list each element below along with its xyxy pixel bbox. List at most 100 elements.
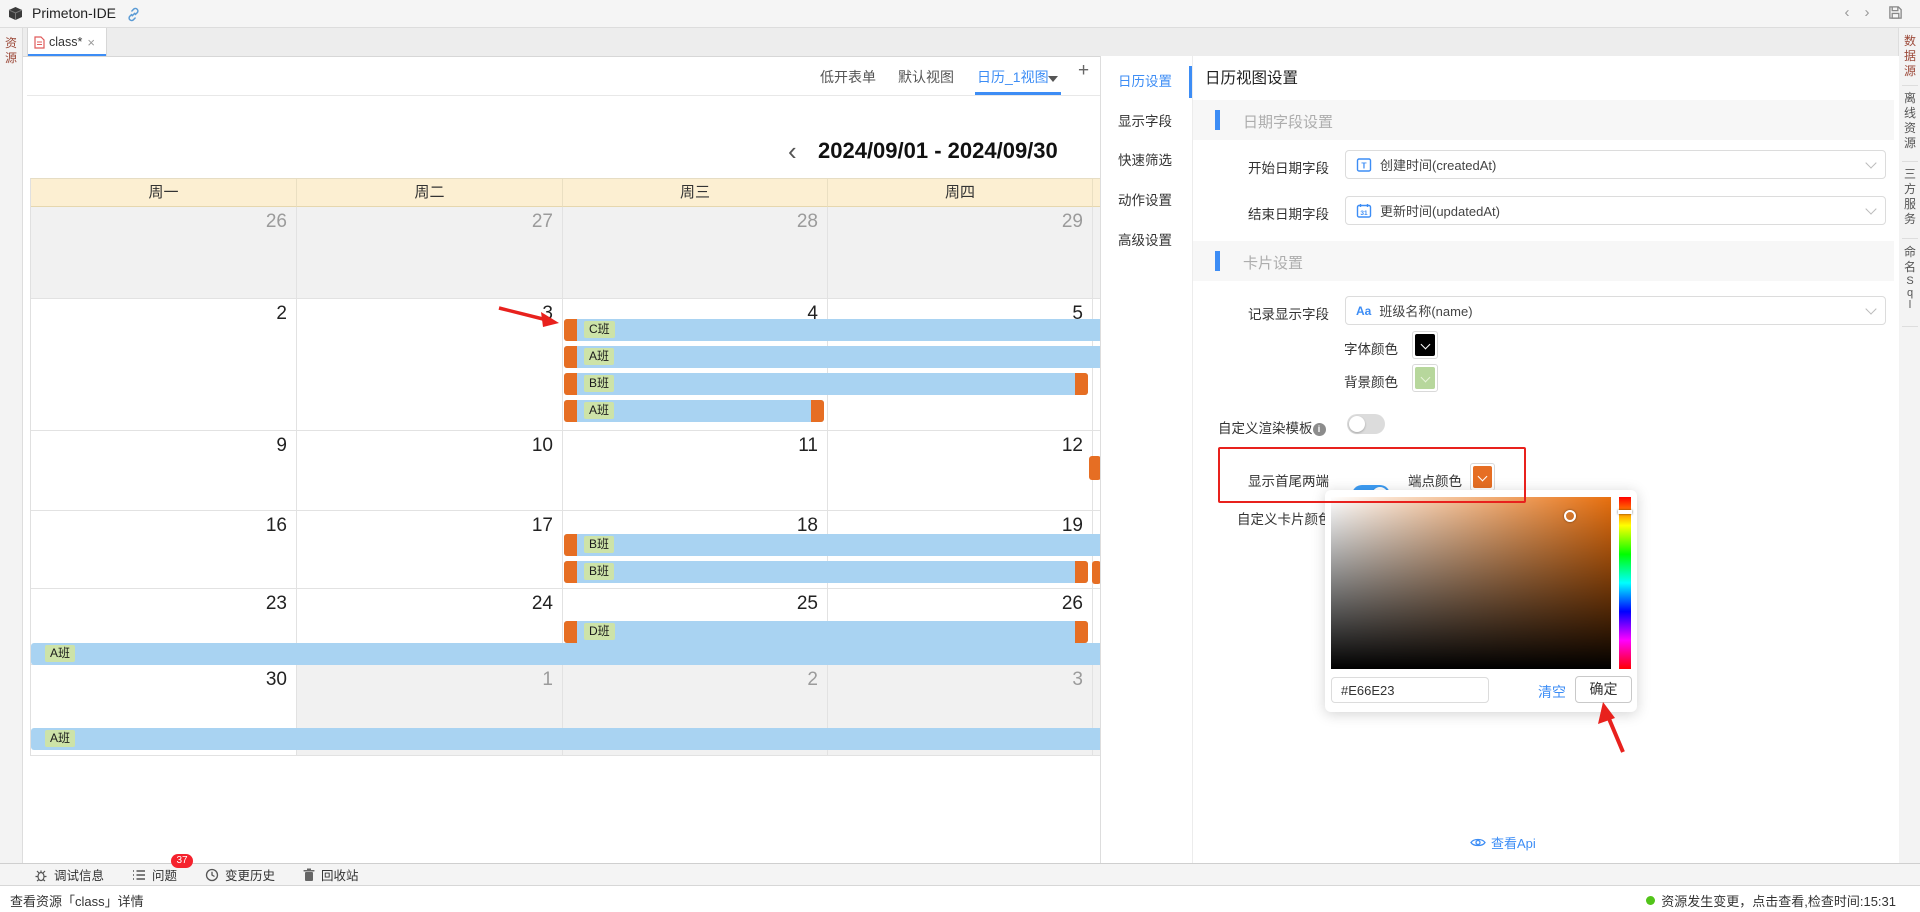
list-icon <box>132 869 146 881</box>
settings-menu-显示字段[interactable]: 显示字段 <box>1100 108 1190 136</box>
toolbar-变更历史[interactable]: 变更历史 <box>205 865 275 884</box>
save-icon[interactable] <box>1888 5 1903 20</box>
event-label: B班 <box>584 563 614 580</box>
event-label: A班 <box>584 402 614 419</box>
calendar-cell[interactable]: 28 <box>563 207 828 299</box>
event-endpoint-cap <box>564 534 577 556</box>
calendar-cell[interactable]: 12 <box>828 431 1093 511</box>
event-endpoint-cap <box>1075 373 1088 395</box>
rail-item-三方服务[interactable]: 三方服务 <box>1899 167 1920 227</box>
event-bar[interactable]: D班 <box>564 621 1088 643</box>
rail-divider <box>1902 85 1918 86</box>
event-bar[interactable]: A班 <box>31 728 1101 750</box>
right-rail: 数据源离线资源三方服务命名Sql <box>1898 28 1920 863</box>
status-left-text[interactable]: 查看资源「class」详情 <box>10 891 144 910</box>
toolbar-调试信息[interactable]: 调试信息 <box>34 865 104 884</box>
event-endpoint-cap <box>564 400 577 422</box>
toolbar-问题[interactable]: 问题37 <box>132 865 177 884</box>
add-view-button[interactable]: + <box>1078 60 1089 82</box>
tab-class[interactable]: class* × <box>27 28 107 56</box>
date-label: 25 <box>797 593 818 615</box>
event-endpoint-cap <box>564 621 577 643</box>
start-field-select[interactable]: T 创建时间(createdAt) <box>1345 150 1886 179</box>
event-bar[interactable]: B班 <box>564 373 1088 395</box>
date-label: 10 <box>532 435 553 457</box>
hue-slider[interactable] <box>1619 497 1631 669</box>
svg-text:T: T <box>1361 160 1367 170</box>
calendar-prev-button[interactable]: ‹ <box>788 136 797 167</box>
text-field-icon: Aa <box>1356 304 1371 318</box>
date-label: 2 <box>807 669 818 691</box>
settings-menu-高级设置[interactable]: 高级设置 <box>1100 227 1190 255</box>
calendar-cell[interactable]: 27 <box>297 207 563 299</box>
date-label: 11 <box>798 435 818 457</box>
hex-color-input[interactable] <box>1331 677 1489 703</box>
event-label: B班 <box>584 536 614 553</box>
view-tab-日历_1视图[interactable]: 日历_1视图 <box>977 62 1049 92</box>
view-toolbar-divider <box>27 95 1100 96</box>
nav-back-icon[interactable]: ‹ <box>1838 4 1856 21</box>
end-field-label: 结束日期字段 <box>1248 203 1329 223</box>
rail-item-命名Sql[interactable]: 命名Sql <box>1899 245 1920 311</box>
clear-button[interactable]: 清空 <box>1538 682 1566 702</box>
rail-item-数据源[interactable]: 数据源 <box>1899 34 1920 79</box>
title-bar: Primeton-IDE ‹ › <box>0 0 1920 28</box>
record-field-select[interactable]: Aa 班级名称(name) <box>1345 296 1886 325</box>
event-label: D班 <box>584 623 615 640</box>
day-header-周三: 周三 <box>563 179 828 207</box>
confirm-button[interactable]: 确定 <box>1575 676 1632 703</box>
saturation-marker[interactable] <box>1564 510 1576 522</box>
event-endpoint-cap <box>1075 621 1088 643</box>
calendar-cell[interactable]: 3 <box>297 299 563 431</box>
calendar-cell[interactable]: 17 <box>297 511 563 589</box>
calendar-cell[interactable]: 10 <box>297 431 563 511</box>
calendar-cell[interactable]: 26 <box>31 207 297 299</box>
settings-menu-快速筛选[interactable]: 快速筛选 <box>1100 147 1190 175</box>
saturation-area[interactable] <box>1331 497 1611 669</box>
bg-color-swatch[interactable] <box>1412 364 1438 392</box>
custom-template-toggle[interactable] <box>1347 414 1385 434</box>
hue-handle[interactable] <box>1618 510 1632 514</box>
view-tab-低开表单[interactable]: 低开表单 <box>820 62 876 92</box>
event-bar[interactable]: A班 <box>564 400 824 422</box>
event-endpoint-cap <box>811 400 824 422</box>
endpoint-color-swatch[interactable] <box>1470 463 1495 491</box>
calendar-cell[interactable]: 29 <box>828 207 1093 299</box>
status-right-text: 资源发生变更，点击查看,检查时间:15:31 <box>1661 891 1896 910</box>
toolbar-回收站[interactable]: 回收站 <box>303 865 359 884</box>
date-label: 3 <box>1072 669 1083 691</box>
event-label: A班 <box>584 348 614 365</box>
tab-active-underline <box>28 54 106 56</box>
event-bar[interactable]: A班 <box>31 643 1101 665</box>
calendar-field-icon: T <box>1356 157 1372 173</box>
rail-item-资源[interactable]: 资源 <box>0 36 22 66</box>
rail-item-离线资源[interactable]: 离线资源 <box>1899 91 1920 151</box>
calendar-cell[interactable]: 16 <box>31 511 297 589</box>
calendar-cell[interactable]: 9 <box>31 431 297 511</box>
section-card-accent <box>1215 251 1220 271</box>
view-api-link[interactable]: 查看Api <box>1470 833 1536 852</box>
chevron-down-icon[interactable] <box>1048 76 1058 82</box>
event-bar[interactable]: C班 <box>564 319 1101 341</box>
end-field-select[interactable]: 31 更新时间(updatedAt) <box>1345 196 1886 225</box>
event-bar[interactable]: B班 <box>564 561 1088 583</box>
start-field-label: 开始日期字段 <box>1248 157 1329 177</box>
nav-forward-icon[interactable]: › <box>1858 4 1876 21</box>
status-right[interactable]: 资源发生变更，点击查看,检查时间:15:31 <box>1646 891 1896 910</box>
calendar-cell[interactable]: 11 <box>563 431 828 511</box>
event-label: C班 <box>584 321 615 338</box>
event-label: A班 <box>45 730 75 747</box>
date-label: 29 <box>1062 211 1083 233</box>
settings-menu-日历设置[interactable]: 日历设置 <box>1100 68 1190 96</box>
font-color-swatch[interactable] <box>1412 331 1438 359</box>
view-tab-默认视图[interactable]: 默认视图 <box>898 62 954 92</box>
date-label: 9 <box>276 435 287 457</box>
event-bar[interactable]: A班 <box>564 346 1101 368</box>
event-bar[interactable]: B班 <box>564 534 1101 556</box>
settings-menu-动作设置[interactable]: 动作设置 <box>1100 187 1190 215</box>
rail-divider <box>1902 326 1918 327</box>
link-icon[interactable] <box>126 7 141 22</box>
info-icon[interactable] <box>1313 423 1326 436</box>
tab-close-icon[interactable]: × <box>87 35 95 50</box>
calendar-cell[interactable]: 2 <box>31 299 297 431</box>
